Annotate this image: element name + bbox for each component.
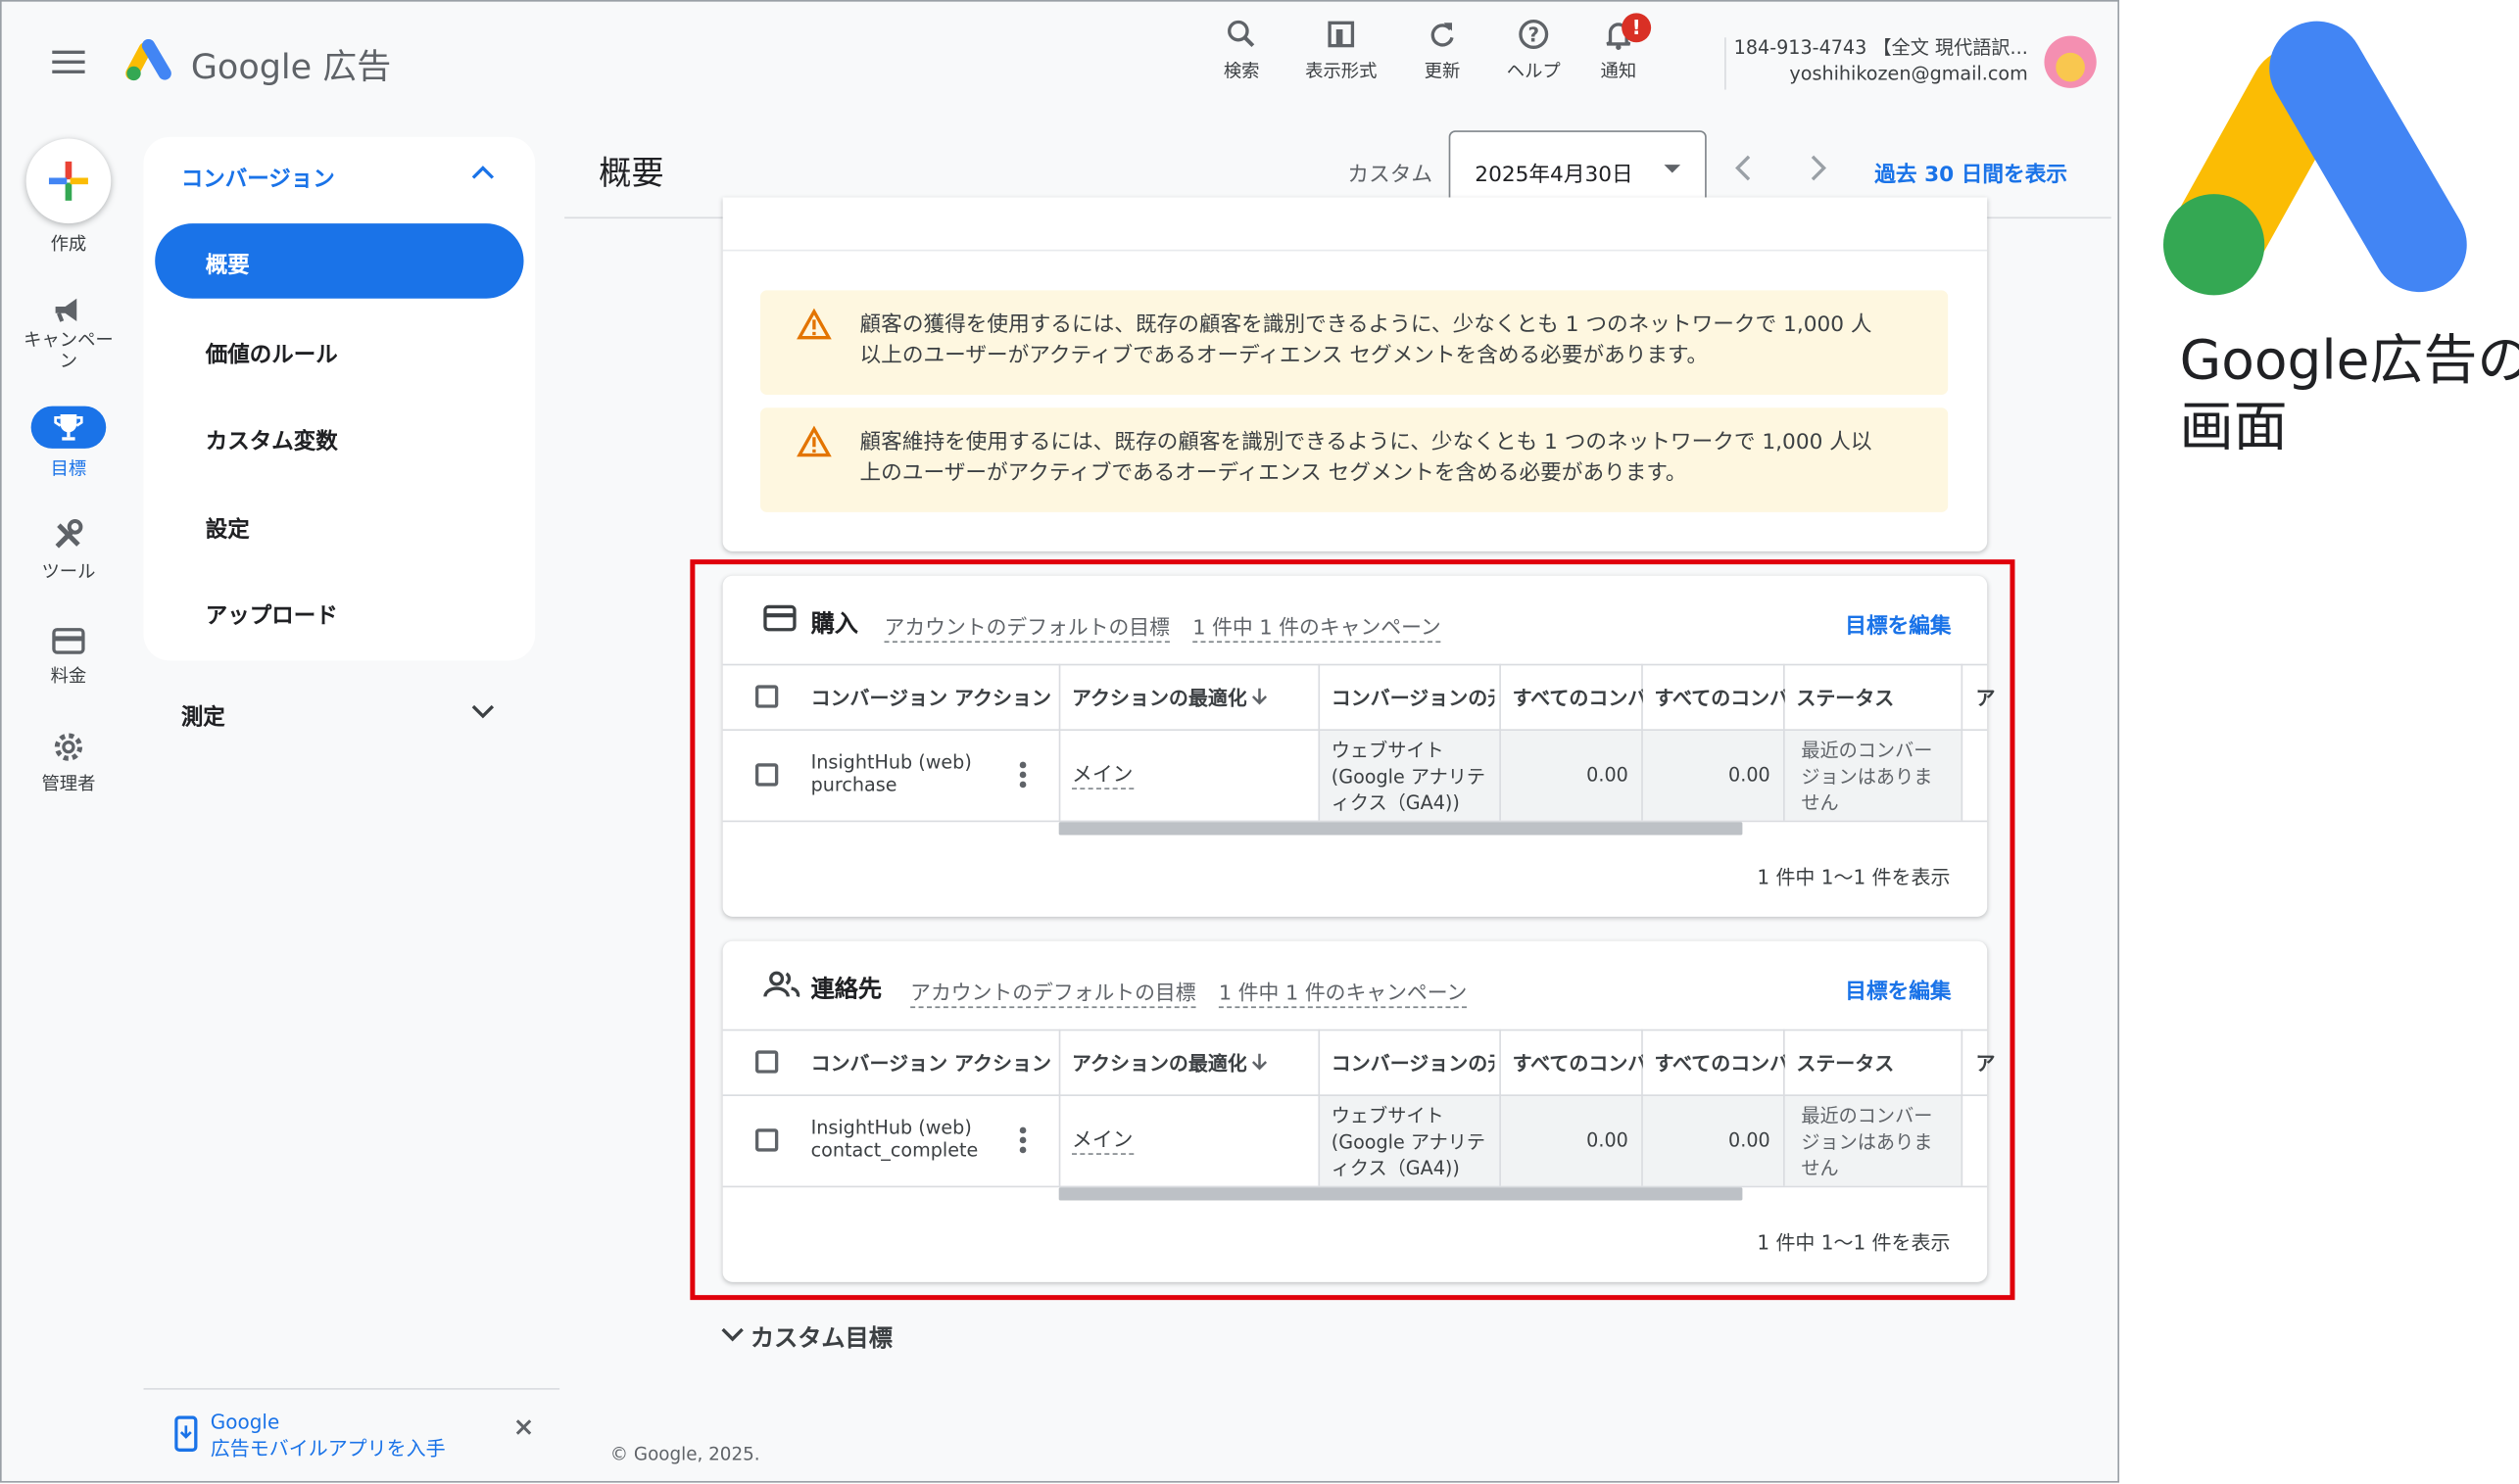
rail-campaigns-label: キャンペーン xyxy=(24,329,114,372)
notification-badge: ! xyxy=(1622,13,1652,43)
nav-item-overview-label: 概要 xyxy=(205,253,250,279)
next-period-icon[interactable] xyxy=(1806,154,1828,183)
chevron-up-icon[interactable] xyxy=(470,164,497,183)
search-button[interactable]: 検索 xyxy=(1192,18,1290,83)
account-email: yoshihikozen@gmail.com xyxy=(1789,62,2028,85)
dropdown-arrow-icon xyxy=(1664,165,1681,173)
avatar[interactable] xyxy=(2044,35,2097,88)
nav-measurement[interactable]: 測定 xyxy=(181,698,225,731)
rail-admin-label: 管理者 xyxy=(41,773,96,794)
notifications-button[interactable]: 通知 xyxy=(1570,18,1668,83)
create-button[interactable] xyxy=(25,138,112,224)
caption-line1: Google広告の xyxy=(2179,327,2519,392)
date-value: 2025年4月30日 xyxy=(1475,163,1633,188)
rail-goals[interactable]: 目標 xyxy=(2,406,136,482)
refresh-button[interactable]: 更新 xyxy=(1393,18,1491,83)
caption-line2: 画面 xyxy=(2179,394,2288,458)
refresh-label: 更新 xyxy=(1424,60,1461,82)
nav-item-upload[interactable]: アップロード xyxy=(206,597,338,630)
help-icon: ? xyxy=(1519,19,1549,49)
trophy-icon xyxy=(54,413,83,441)
app-name: Google 広告 xyxy=(190,47,392,87)
warning-retention-line2: 上のユーザーがアクティブであるオーディエンス セグメントを含める必要があります。 xyxy=(859,461,1687,487)
nav-item-settings[interactable]: 設定 xyxy=(206,510,250,544)
refresh-icon xyxy=(1430,23,1454,47)
warning-retention: 顧客維持を使用するには、既存の顧客を識別できるように、少なくとも 1 つのネット… xyxy=(759,407,1949,512)
megaphone-icon xyxy=(55,298,77,322)
copyright: © Google, 2025. xyxy=(609,1443,760,1465)
rail-admin[interactable]: 管理者 xyxy=(2,729,136,795)
gear-icon xyxy=(54,733,83,761)
view-format-button[interactable]: 表示形式 xyxy=(1292,18,1390,83)
google-ads-window: Google 広告 検索 表示形式 更新 ? ヘルプ 通知 ! 184-913-… xyxy=(0,0,2120,1483)
page-title: 概要 xyxy=(599,153,664,193)
google-ads-large-logo-icon xyxy=(2163,21,2467,296)
mobile-app-promo[interactable]: Google 広告モバイルアプリを入手 xyxy=(211,1410,446,1461)
warning-acquisition-line1: 顧客の獲得を使用するには、既存の顧客を識別できるように、少なくとも 1 つのネッ… xyxy=(859,312,1872,338)
rail-billing-label: 料金 xyxy=(50,665,87,688)
custom-goals-toggle[interactable]: カスタム目標 xyxy=(751,1319,893,1354)
credit-card-icon xyxy=(52,628,85,654)
warning-acquisition-line2: 以上のユーザーがアクティブであるオーディエンス セグメントを含める必要があります… xyxy=(859,344,1709,369)
warning-icon xyxy=(797,425,832,457)
promo-divider xyxy=(143,1388,560,1390)
chevron-down-icon[interactable] xyxy=(719,1324,746,1344)
show-last-30-days-link[interactable]: 過去 30 日間を表示 xyxy=(1874,157,2067,188)
rail-tools[interactable]: ツール xyxy=(2,517,136,584)
view-format-label: 表示形式 xyxy=(1305,60,1378,82)
plus-icon xyxy=(48,161,88,201)
rail-goals-label: 目標 xyxy=(50,457,87,480)
mobile-phone-icon xyxy=(174,1415,198,1452)
header-divider xyxy=(1724,37,1726,90)
date-selector[interactable]: 2025年4月30日 xyxy=(1448,130,1707,206)
nav-item-value-rules[interactable]: 価値のルール xyxy=(206,336,338,369)
date-mode-label: カスタム xyxy=(1347,163,1433,188)
account-id: 184-913-4743 【全文 現代語訳... xyxy=(1733,35,2028,59)
search-icon xyxy=(1228,20,1255,48)
account-info[interactable]: 184-913-4743 【全文 現代語訳... yoshihikozen@gm… xyxy=(1734,34,2028,86)
nav-item-custom-variables[interactable]: カスタム変数 xyxy=(206,422,338,455)
google-ads-logo-icon xyxy=(125,38,171,81)
close-icon[interactable] xyxy=(514,1417,534,1437)
warning-icon xyxy=(797,308,832,340)
conversion-nav-panel: コンバージョン 概要 価値のルール カスタム変数 設定 アップロード xyxy=(143,136,536,661)
caption: Google広告の 画面 xyxy=(2180,326,2519,460)
previous-period-icon[interactable] xyxy=(1732,154,1755,183)
search-label: 検索 xyxy=(1223,60,1260,82)
view-format-icon xyxy=(1328,21,1355,48)
warning-retention-line1: 顧客維持を使用するには、既存の顧客を識別できるように、少なくとも 1 つのネット… xyxy=(859,430,1872,455)
rail-tools-label: ツール xyxy=(41,560,96,583)
rail-campaigns[interactable]: キャンペーン xyxy=(2,295,136,372)
menu-icon[interactable] xyxy=(52,50,85,73)
warning-acquisition: 顧客の獲得を使用するには、既存の顧客を識別できるように、少なくとも 1 つのネッ… xyxy=(759,290,1949,395)
rail-create-label: 作成 xyxy=(50,233,87,255)
tools-icon xyxy=(55,519,83,549)
help-button[interactable]: ? ヘルプ xyxy=(1484,18,1582,83)
nav-section-conversions[interactable]: コンバージョン xyxy=(181,160,335,193)
nav-item-overview[interactable]: 概要 xyxy=(155,223,524,299)
promo-line1: Google xyxy=(210,1411,280,1434)
help-label: ヘルプ xyxy=(1506,60,1561,82)
card-rule xyxy=(722,249,1988,252)
promo-line2: 広告モバイルアプリを入手 xyxy=(210,1437,446,1460)
chevron-down-icon[interactable] xyxy=(470,701,497,721)
highlight-frame xyxy=(690,559,2015,1301)
svg-text:?: ? xyxy=(1527,23,1539,46)
rail-billing[interactable]: 料金 xyxy=(2,625,136,689)
notifications-label: 通知 xyxy=(1600,60,1637,82)
